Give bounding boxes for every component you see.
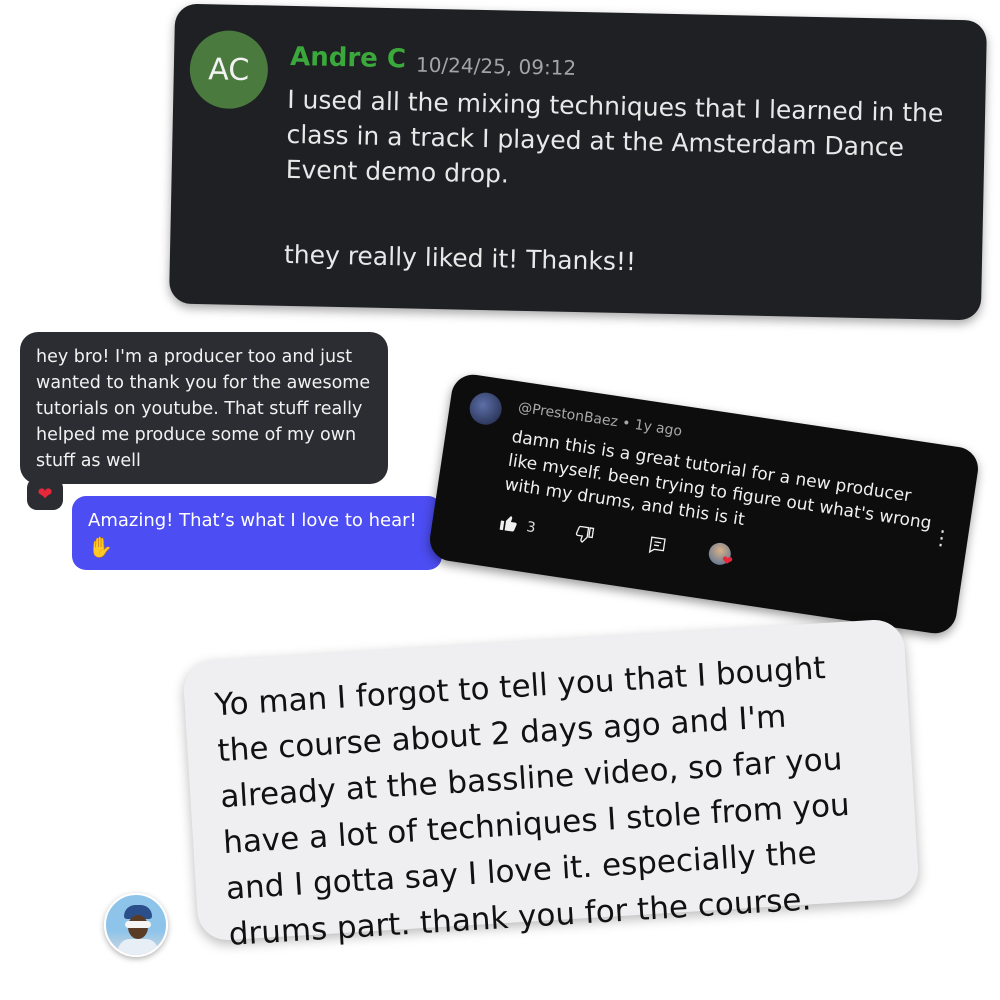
comment-age: 1y ago	[633, 416, 684, 440]
thumbs-down-icon[interactable]	[572, 523, 595, 550]
outgoing-message-bubble: Amazing! That’s what I love to hear! ✋	[72, 496, 442, 570]
username[interactable]: Andre C	[290, 42, 406, 74]
youtube-comment-card: @PrestonBaez • 1y ago damn this is a gre…	[427, 371, 981, 637]
incoming-message-bubble: hey bro! I'm a producer too and just wan…	[20, 332, 388, 484]
avatar-initials: AC	[208, 51, 250, 88]
sunglasses-icon	[125, 921, 151, 928]
more-options-icon[interactable]: ⋮	[930, 524, 953, 551]
imessage-bubble: Yo man I forgot to tell you that I bough…	[182, 618, 920, 953]
outgoing-message-text: Amazing! That’s what I love to hear!	[88, 510, 417, 531]
like-count: 3	[525, 519, 537, 537]
reply-icon[interactable]	[645, 534, 668, 561]
flexed-biceps-icon: ✋	[88, 535, 113, 559]
commenter-handle[interactable]: @PrestonBaez	[517, 400, 619, 431]
message-text: I used all the mixing techniques that I …	[285, 84, 944, 189]
avatar[interactable]: AC	[189, 29, 269, 110]
discord-message-card: AC Andre C 10/24/25, 09:12 I used all th…	[168, 3, 988, 321]
timestamp: 10/24/25, 09:12	[415, 52, 577, 80]
imessage-text: Yo man I forgot to tell you that I bough…	[213, 650, 851, 953]
message-text-2: they really liked it! Thanks!!	[283, 239, 637, 277]
incoming-message-text: hey bro! I'm a producer too and just wan…	[36, 347, 371, 471]
heart-reaction[interactable]: ❤	[27, 478, 63, 510]
commenter-avatar[interactable]	[467, 390, 504, 427]
sender-avatar[interactable]	[104, 893, 168, 957]
avatar-shirt	[118, 939, 158, 955]
thumbs-up-icon[interactable]	[497, 512, 520, 540]
heart-icon: ❤	[37, 483, 53, 505]
heart-icon: ❤	[720, 553, 734, 570]
creator-heart-icon: ❤	[707, 541, 737, 571]
